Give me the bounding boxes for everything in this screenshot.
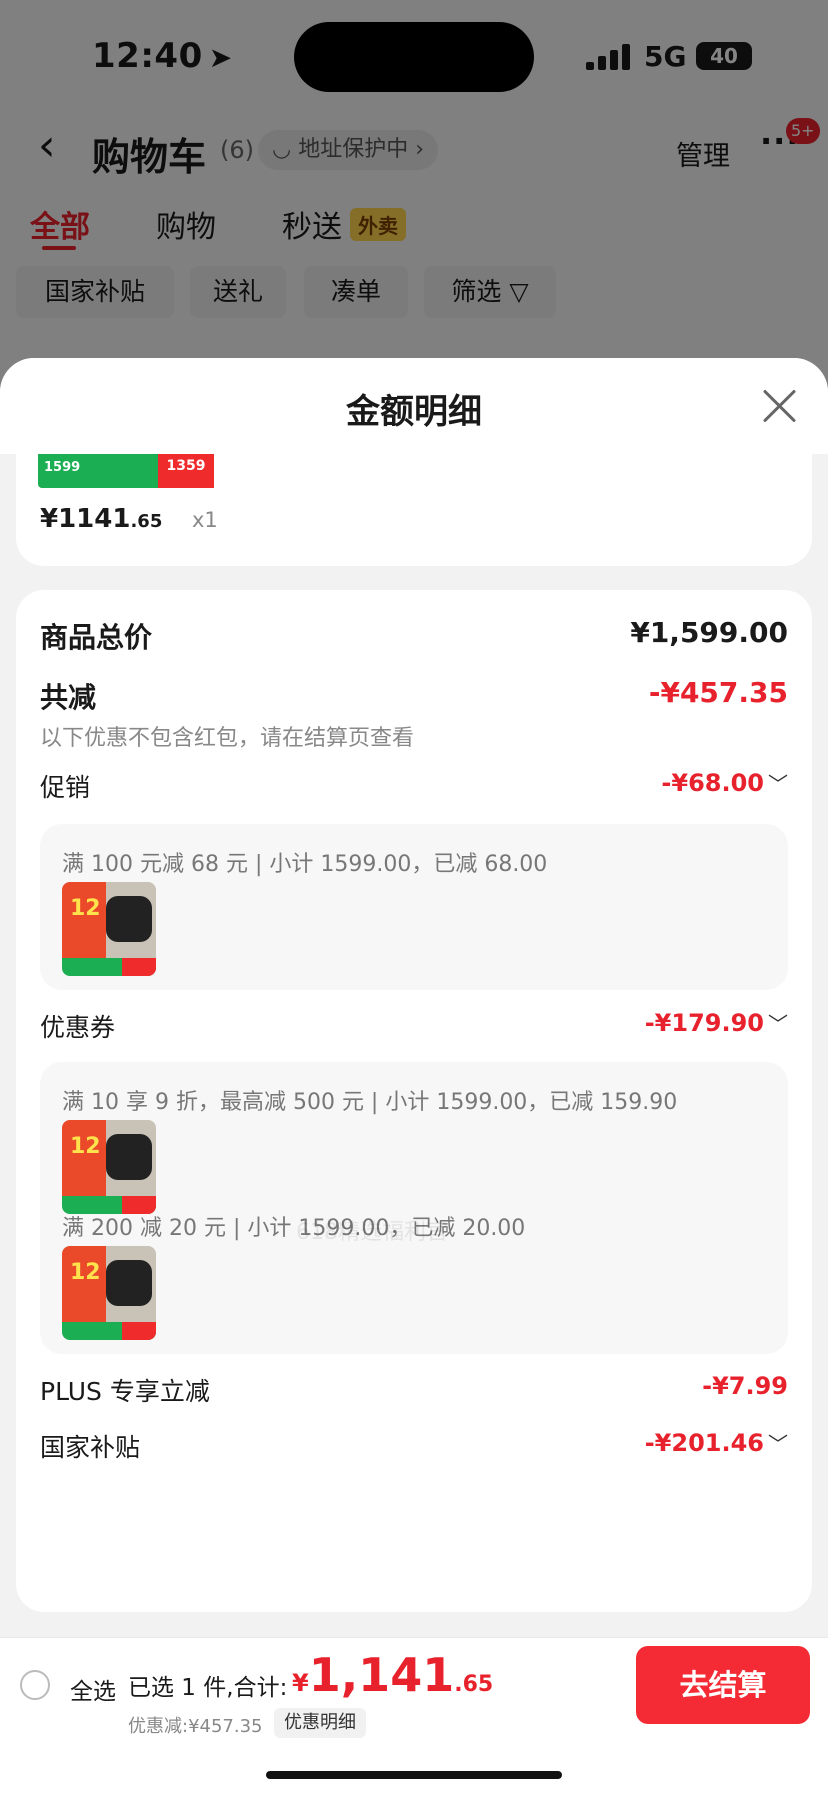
promo-detail-text: 满 100 元减 68 元 | 小计 1599.00，已减 68.00 bbox=[62, 852, 548, 877]
subsidy-value: -¥201.46 ﹀ bbox=[644, 1429, 788, 1457]
subsidy-label: 国家补贴 bbox=[40, 1433, 141, 1462]
home-indicator bbox=[266, 1771, 562, 1779]
sheet-header: 金额明细 bbox=[0, 358, 828, 454]
coupon-detail-text-1: 满 10 享 9 折，最高减 500 元 | 小计 1599.00，已减 159… bbox=[62, 1090, 678, 1115]
plus-row: PLUS 专享立减 -¥7.99 bbox=[40, 1372, 788, 1412]
plus-value: -¥7.99 bbox=[702, 1372, 788, 1400]
promo-detail-box: 满 100 元减 68 元 | 小计 1599.00，已减 68.00 12 bbox=[40, 824, 788, 990]
chevron-down-icon: ﹀ bbox=[768, 772, 788, 796]
total-amount: ¥1,141.65 bbox=[292, 1648, 494, 1702]
select-all-radio[interactable] bbox=[20, 1670, 50, 1700]
product-thumbnail: 12 bbox=[62, 882, 156, 976]
discount-note: 以下优惠不包含红包，请在结算页查看 bbox=[40, 726, 415, 751]
thumb-badge: 12 bbox=[70, 1260, 101, 1285]
plus-label: PLUS 专享立减 bbox=[40, 1377, 210, 1406]
coupon-detail-text-2: 满 200 减 20 元 | 小计 1599.00，已减 20.00 bbox=[62, 1216, 526, 1241]
selected-summary: 已选 1 件,合计: bbox=[128, 1675, 288, 1701]
thumb-badge: 12 bbox=[70, 896, 101, 921]
sheet-title: 金额明细 bbox=[346, 392, 482, 432]
item-price: ¥1141.65 bbox=[40, 504, 163, 534]
product-thumbnail: 12 bbox=[62, 1246, 156, 1340]
thumb-price-1599: 1599 bbox=[44, 460, 81, 475]
goods-total-row: 商品总价 ¥1,599.00 bbox=[40, 616, 788, 656]
watermark: 618精选福利官 bbox=[296, 1220, 448, 1245]
coupon-detail-box: 满 10 享 9 折，最高减 500 元 | 小计 1599.00，已减 159… bbox=[40, 1062, 788, 1354]
goods-total-value: ¥1,599.00 bbox=[630, 616, 788, 649]
total-discount-value: -¥457.35 bbox=[648, 676, 788, 709]
goods-total-label: 商品总价 bbox=[40, 621, 153, 654]
select-all-label[interactable]: 全选 bbox=[70, 1672, 116, 1706]
discount-summary: 优惠减:¥457.35 bbox=[128, 1716, 263, 1737]
close-icon[interactable] bbox=[760, 386, 800, 426]
coupon-label: 优惠券 bbox=[40, 1013, 116, 1042]
cart-item-card: 1599 1359 ¥1141.65 x1 bbox=[16, 454, 812, 566]
item-quantity: x1 bbox=[192, 508, 218, 532]
chevron-down-icon: ﹀ bbox=[768, 1432, 788, 1456]
total-discount-row: 共减 -¥457.35 bbox=[40, 676, 788, 716]
discount-detail-button[interactable]: 优惠明细 bbox=[274, 1708, 366, 1738]
checkout-button[interactable]: 去结算 bbox=[636, 1646, 810, 1724]
coupon-row[interactable]: 优惠券 -¥179.90 ﹀ bbox=[40, 1008, 788, 1048]
promo-value: -¥68.00 ﹀ bbox=[661, 769, 788, 797]
product-thumbnail: 12 bbox=[62, 1120, 156, 1214]
chevron-down-icon: ﹀ bbox=[768, 1012, 788, 1036]
amount-breakdown-card: 商品总价 ¥1,599.00 共减 -¥457.35 以下优惠不包含红包，请在结… bbox=[16, 590, 812, 1612]
promo-label: 促销 bbox=[40, 773, 91, 802]
amount-detail-sheet: 金额明细 1599 1359 ¥1141.65 x1 商品总价 ¥1,599.0… bbox=[0, 358, 828, 1795]
thumb-badge: 12 bbox=[70, 1134, 101, 1159]
promo-row[interactable]: 促销 -¥68.00 ﹀ bbox=[40, 768, 788, 808]
subsidy-row[interactable]: 国家补贴 -¥201.46 ﹀ bbox=[40, 1428, 788, 1468]
total-discount-label: 共减 bbox=[40, 681, 97, 714]
thumb-price-1359: 1359 bbox=[158, 454, 214, 488]
coupon-value: -¥179.90 ﹀ bbox=[644, 1009, 788, 1037]
product-thumbnail[interactable]: 1599 1359 bbox=[38, 454, 214, 488]
modal-overlay[interactable] bbox=[0, 0, 828, 420]
